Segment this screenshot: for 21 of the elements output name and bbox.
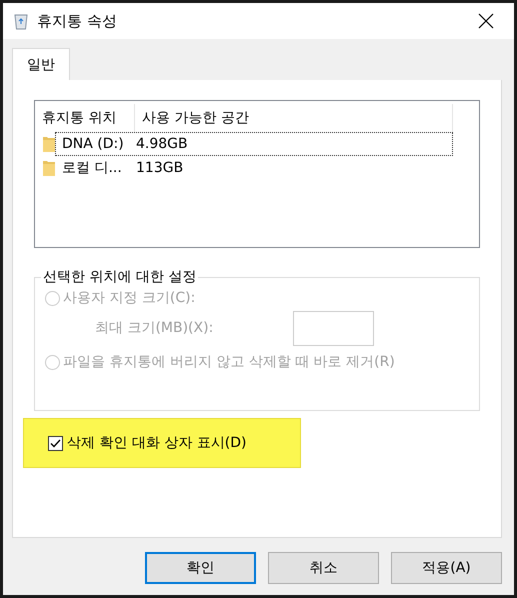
dialog-button[interactable]: 취소 <box>268 552 379 584</box>
max-size-label: 최대 크기(MB)(X): <box>95 319 214 337</box>
column-header[interactable]: 사용 가능한 공간 <box>135 104 453 132</box>
confirm-checkbox[interactable]: 삭제 확인 대화 상자 표시(D) <box>48 434 247 452</box>
checkbox-icon[interactable] <box>48 436 63 450</box>
group-legend: 선택한 위치에 대한 설정 <box>41 268 198 286</box>
close-icon[interactable] <box>478 13 494 29</box>
folder-icon <box>43 135 55 153</box>
column-header[interactable]: 휴지통 위치 <box>35 104 135 132</box>
recycle-bin-icon <box>13 12 29 30</box>
space-cell-text: 113GB <box>135 159 184 178</box>
location-cell-text: 로컬 디... <box>61 159 123 178</box>
tab[interactable]: 일반 <box>12 48 70 80</box>
dialog-button[interactable]: 확인 <box>145 552 256 584</box>
list-row[interactable]: DNA (D:) 4.98GB <box>55 132 453 156</box>
folder-icon <box>43 159 55 177</box>
window-title: 휴지통 속성 <box>37 12 118 30</box>
list-row[interactable]: 로컬 디... 113GB <box>55 156 453 180</box>
location-cell-text: DNA (D:) <box>61 135 125 154</box>
space-cell-text: 4.98GB <box>135 135 188 154</box>
dialog-button[interactable]: 적용(A) <box>391 552 502 584</box>
